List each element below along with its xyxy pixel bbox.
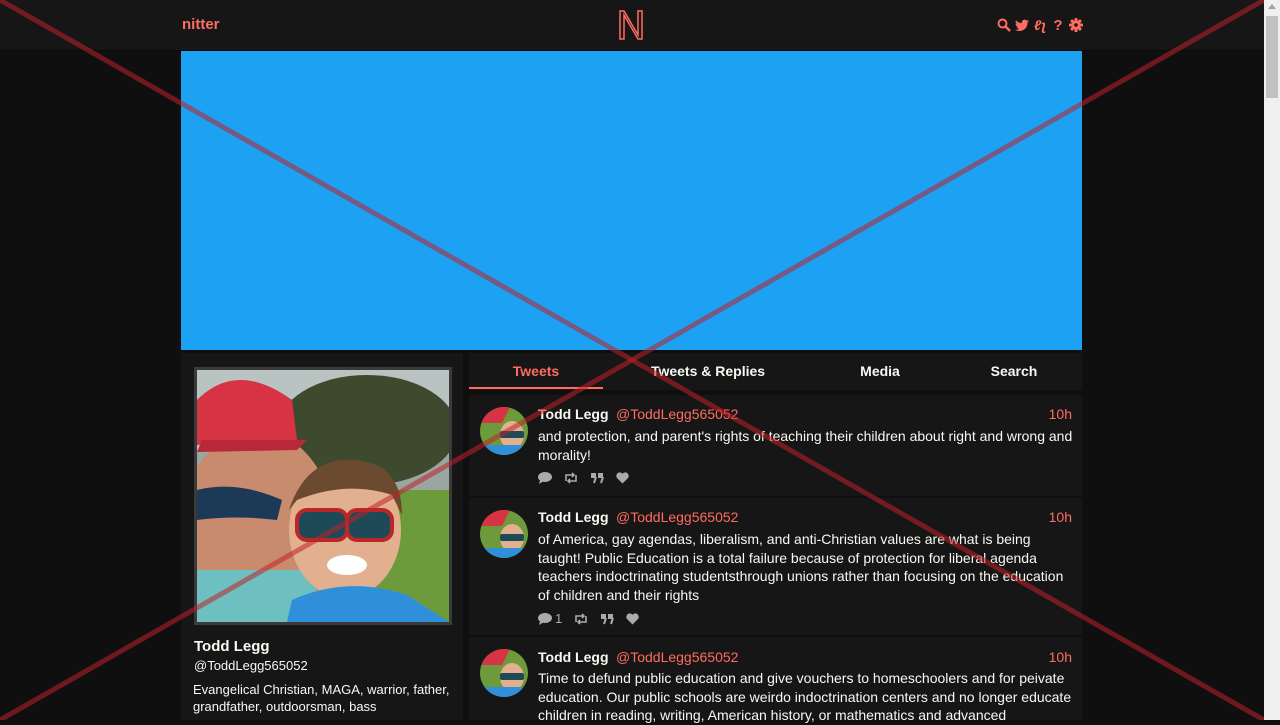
tweet[interactable]: Todd Legg @ToddLegg565052 10h Time to de… xyxy=(469,637,1082,723)
tweet-avatar[interactable] xyxy=(480,407,528,455)
reply-stat[interactable] xyxy=(538,472,552,484)
profile-fullname[interactable]: Todd Legg xyxy=(194,638,270,655)
tweet-content: and protection, and parent's rights of t… xyxy=(538,428,1073,463)
avatar-photo xyxy=(197,370,449,622)
tab-search[interactable]: Search xyxy=(965,363,1063,379)
search-icon[interactable] xyxy=(997,16,1011,34)
tweet-date[interactable]: 10h xyxy=(1049,406,1072,422)
tweet-username[interactable]: @ToddLegg565052 xyxy=(616,649,738,665)
profile-bio: Evangelical Christian, MAGA, warrior, fa… xyxy=(193,682,450,714)
quote-stat[interactable] xyxy=(600,613,615,625)
retweet-icon xyxy=(565,472,577,484)
tweet-content: of America, gay agendas, liberalism, and… xyxy=(538,531,1064,603)
comment-icon xyxy=(538,472,552,484)
timeline: Tweets Tweets & Replies Media Search Tod… xyxy=(469,353,1082,723)
active-tab-indicator xyxy=(469,387,603,389)
tweet-date[interactable]: 10h xyxy=(1049,509,1072,525)
tweet-fullname[interactable]: Todd Legg xyxy=(538,509,609,525)
tab-tweets-and-replies[interactable]: Tweets & Replies xyxy=(629,363,787,379)
quote-icon xyxy=(591,473,604,484)
reply-count: 1 xyxy=(555,611,563,626)
tweet-username[interactable]: @ToddLegg565052 xyxy=(616,509,738,525)
nitter-logo[interactable] xyxy=(617,9,645,41)
retweet-icon xyxy=(575,612,588,625)
navbar: nitter ℓʅ ? xyxy=(0,0,1264,51)
rss-icon[interactable]: ℓʅ xyxy=(1033,16,1047,34)
tweet-date[interactable]: 10h xyxy=(1049,649,1072,665)
tweet-avatar[interactable] xyxy=(480,510,528,558)
comment-icon xyxy=(538,612,552,625)
quote-icon xyxy=(601,613,615,624)
quote-stat[interactable] xyxy=(590,472,604,484)
tweet-stats: 1 xyxy=(538,611,639,626)
tweet-fullname[interactable]: Todd Legg xyxy=(538,406,609,422)
help-icon[interactable]: ? xyxy=(1051,16,1065,34)
retweet-stat[interactable] xyxy=(574,612,588,625)
tweet-fullname[interactable]: Todd Legg xyxy=(538,649,609,665)
tweet-stats xyxy=(538,472,629,484)
tweet-avatar[interactable] xyxy=(480,649,528,697)
nav-icons: ℓʅ ? xyxy=(997,16,1083,34)
tab-tweets[interactable]: Tweets xyxy=(469,363,603,379)
scroll-thumb[interactable] xyxy=(1266,16,1278,98)
tab-media[interactable]: Media xyxy=(829,363,931,379)
page-scrollbar[interactable] xyxy=(1264,0,1280,720)
heart-icon xyxy=(626,612,639,624)
tweet[interactable]: Todd Legg @ToddLegg565052 10h and protec… xyxy=(469,395,1082,498)
profile-banner[interactable] xyxy=(181,51,1082,350)
tweet-content: Time to defund public education and give… xyxy=(538,670,1072,723)
reply-stat[interactable]: 1 xyxy=(538,611,562,626)
like-stat[interactable] xyxy=(616,472,629,484)
tweet[interactable]: Todd Legg @ToddLegg565052 10h of America… xyxy=(469,498,1082,637)
like-stat[interactable] xyxy=(626,612,639,625)
profile-avatar[interactable] xyxy=(194,367,452,625)
tab-bar: Tweets Tweets & Replies Media Search xyxy=(469,353,1082,390)
tweet-username[interactable]: @ToddLegg565052 xyxy=(616,406,738,422)
profile-username[interactable]: @ToddLegg565052 xyxy=(194,658,308,673)
brand-link[interactable]: nitter xyxy=(182,16,220,33)
profile-card: Todd Legg @ToddLegg565052 Evangelical Ch… xyxy=(181,353,463,720)
retweet-stat[interactable] xyxy=(564,472,578,484)
twitter-icon[interactable] xyxy=(1015,16,1029,34)
heart-icon xyxy=(616,472,629,484)
scroll-up-arrow[interactable] xyxy=(1268,4,1276,9)
gear-icon[interactable] xyxy=(1069,16,1083,34)
